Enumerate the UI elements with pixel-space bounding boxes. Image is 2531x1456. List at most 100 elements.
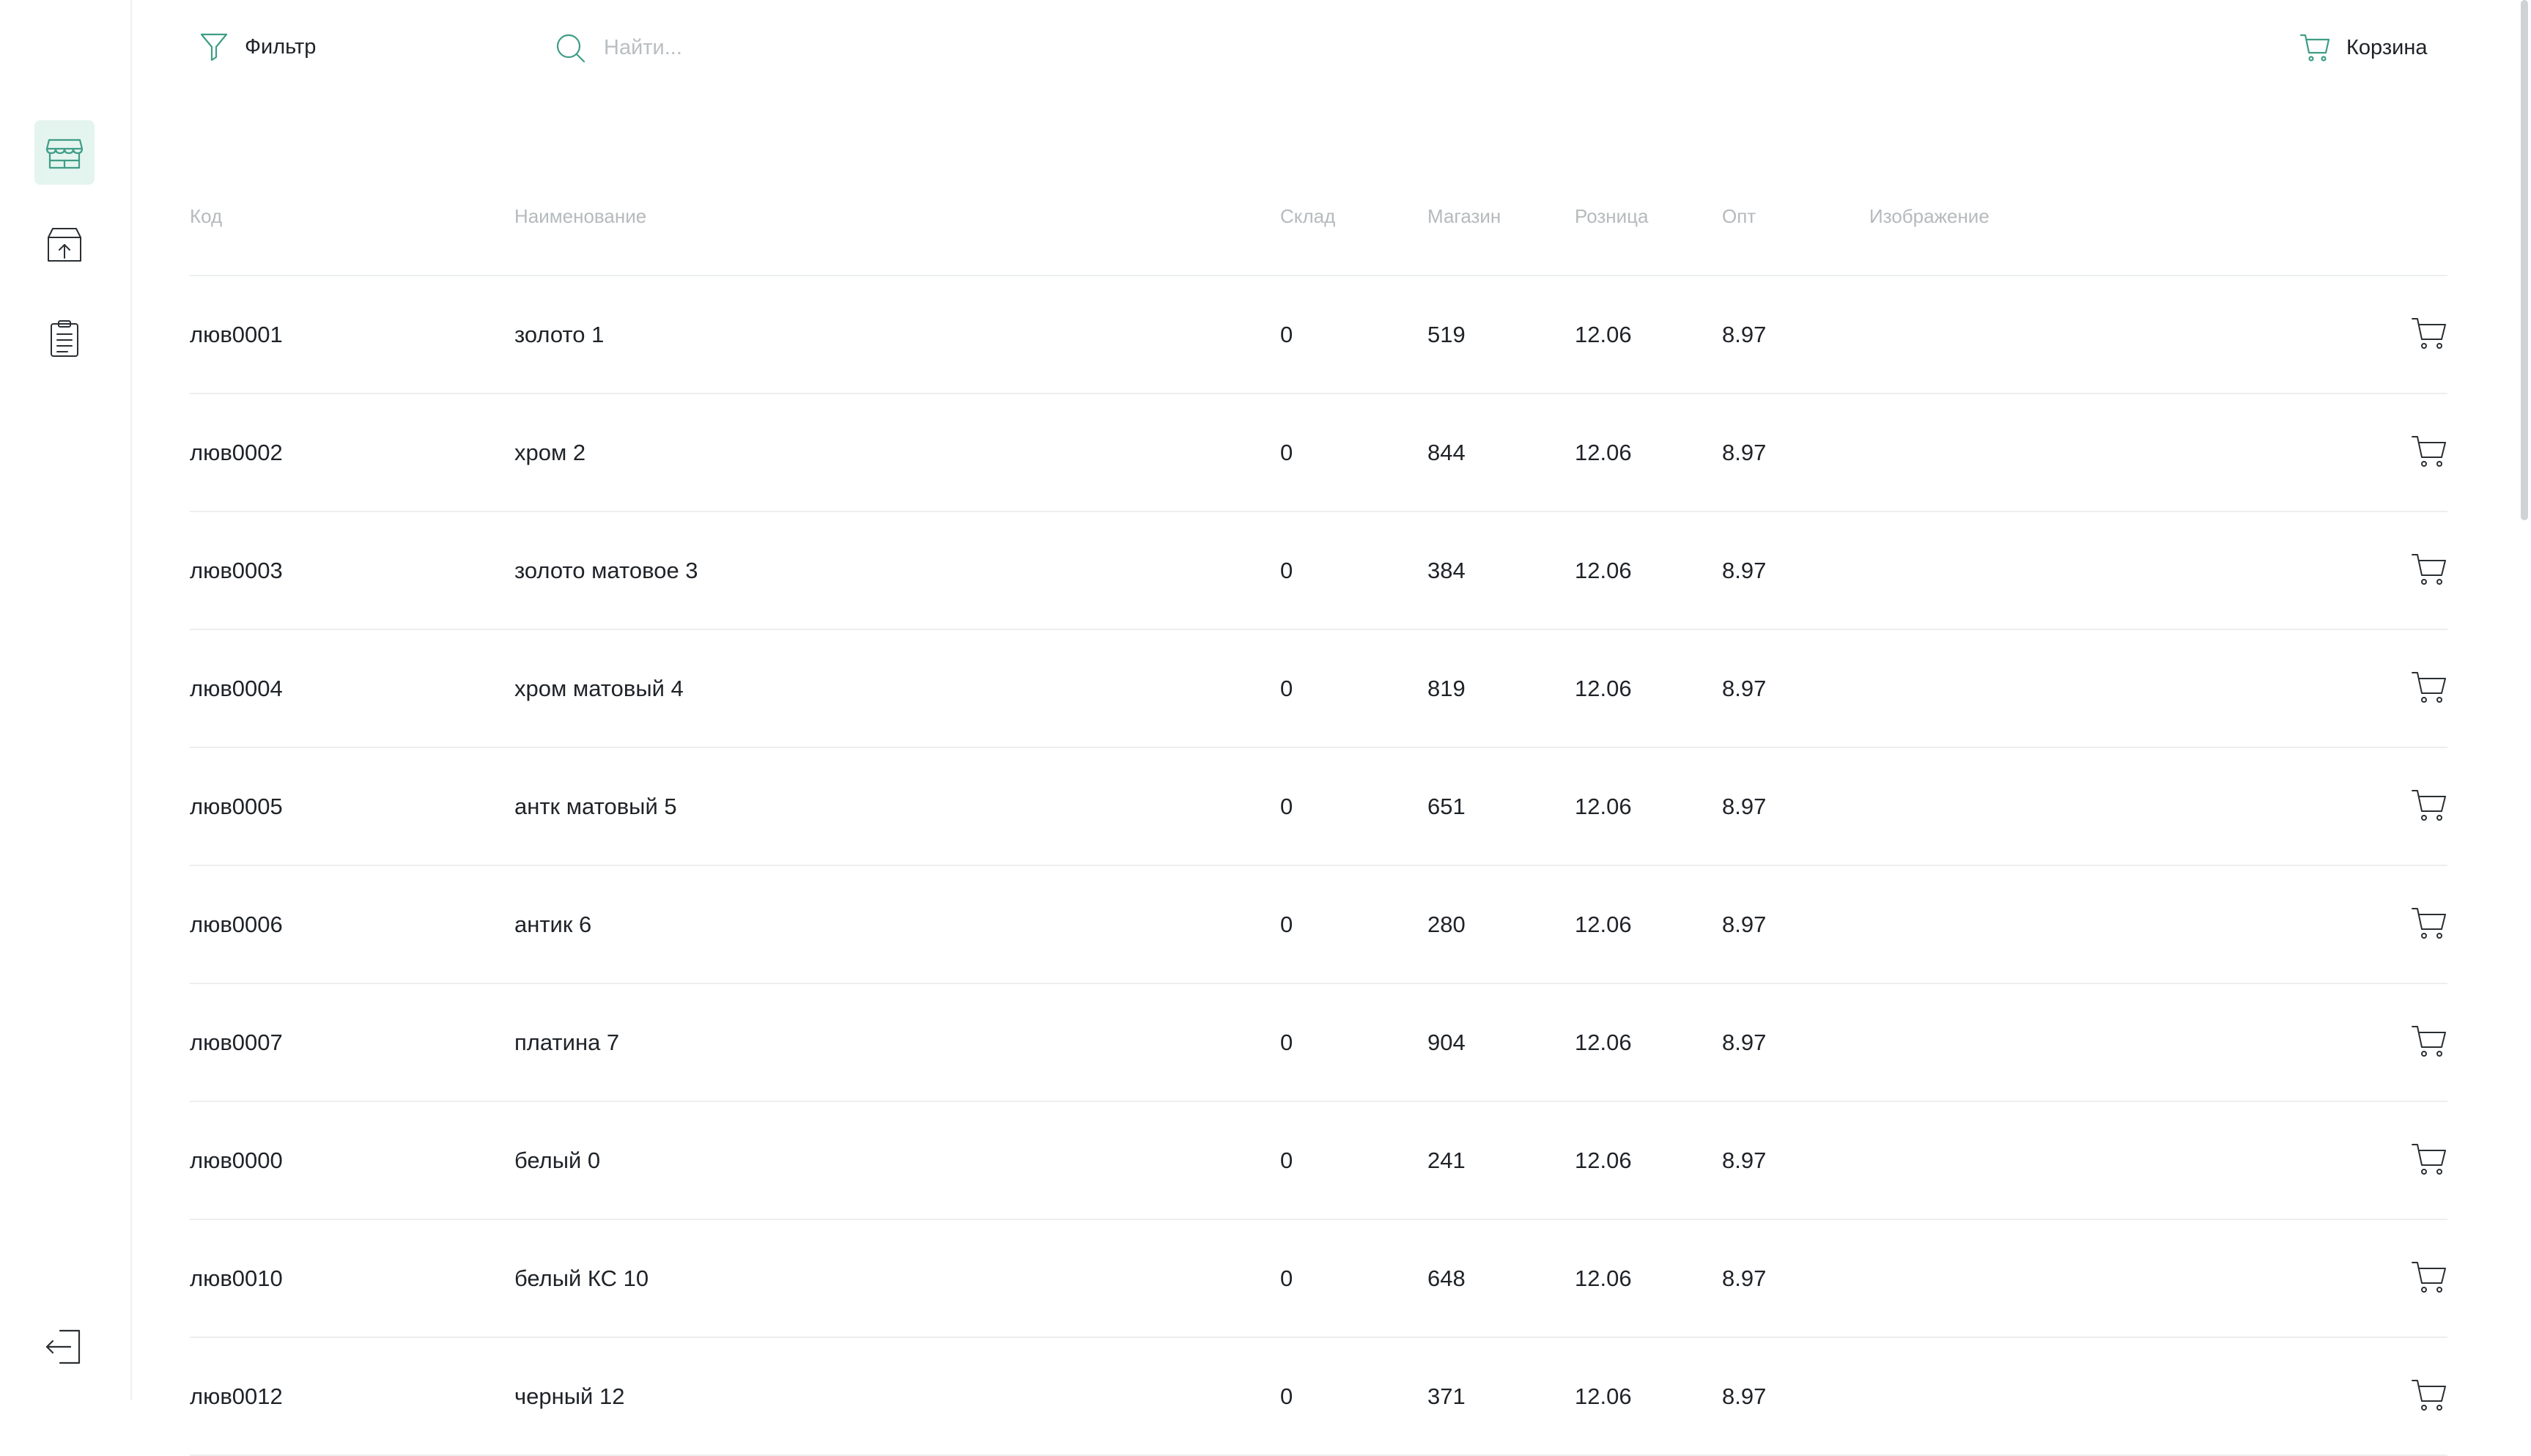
cell-wholesale: 8.97 — [1722, 1383, 1767, 1409]
table-row[interactable]: люв0004 хром матовый 4 0 819 12.06 8.97 — [190, 630, 2447, 748]
table-row[interactable]: люв0003 золото матовое 3 0 384 12.06 8.9… — [190, 512, 2447, 630]
sidebar-item-upload[interactable] — [34, 213, 95, 277]
topbar: Фильтр Корзина — [132, 0, 2531, 95]
cell-name: антик 6 — [514, 912, 592, 937]
cell-name: белый КС 10 — [514, 1265, 649, 1291]
table-row[interactable]: люв0006 антик 6 0 280 12.06 8.97 — [190, 866, 2447, 984]
cart-icon — [2412, 1026, 2446, 1057]
cell-retail: 12.06 — [1575, 1265, 1632, 1291]
header-image: Изображение — [1869, 205, 1989, 227]
cell-code: люв0001 — [190, 322, 283, 347]
cell-wholesale: 8.97 — [1722, 1265, 1767, 1291]
cell-name: золото 1 — [514, 322, 605, 347]
cell-warehouse: 0 — [1280, 794, 1293, 819]
cell-code: люв0002 — [190, 440, 283, 465]
scrollbar[interactable] — [2521, 0, 2528, 520]
filter-label: Фильтр — [245, 34, 317, 59]
products-table: Код Наименование Склад Магазин Розница О… — [190, 183, 2447, 1456]
add-to-cart-button[interactable] — [2410, 1140, 2448, 1178]
cell-wholesale: 8.97 — [1722, 676, 1767, 701]
cell-warehouse: 0 — [1280, 1265, 1293, 1291]
add-to-cart-button[interactable] — [2410, 550, 2448, 588]
cell-store: 904 — [1427, 1030, 1466, 1055]
cell-code: люв0010 — [190, 1265, 283, 1291]
sidebar-item-catalog[interactable] — [34, 120, 95, 185]
filter-button[interactable]: Фильтр — [199, 29, 316, 64]
logout-icon — [45, 1329, 81, 1364]
table-row[interactable]: люв0012 черный 12 0 371 12.06 8.97 — [190, 1338, 2447, 1456]
table-row[interactable]: люв0010 белый КС 10 0 648 12.06 8.97 — [190, 1220, 2447, 1338]
table-row[interactable]: люв0001 золото 1 0 519 12.06 8.97 — [190, 276, 2447, 394]
add-to-cart-button[interactable] — [2410, 786, 2448, 824]
cell-retail: 12.06 — [1575, 912, 1632, 937]
header-retail: Розница — [1575, 205, 1649, 227]
cell-store: 371 — [1427, 1383, 1466, 1409]
cell-retail: 12.06 — [1575, 794, 1632, 819]
cell-store: 519 — [1427, 322, 1466, 347]
sidebar — [0, 0, 132, 1400]
cell-retail: 12.06 — [1575, 1148, 1632, 1173]
cell-retail: 12.06 — [1575, 558, 1632, 583]
cell-code: люв0003 — [190, 558, 283, 583]
box-upload-icon — [48, 228, 81, 262]
cell-code: люв0007 — [190, 1030, 283, 1055]
table-row[interactable]: люв0005 антк матовый 5 0 651 12.06 8.97 — [190, 748, 2447, 866]
cell-warehouse: 0 — [1280, 1383, 1293, 1409]
cell-warehouse: 0 — [1280, 676, 1293, 701]
cell-warehouse: 0 — [1280, 912, 1293, 937]
cell-retail: 12.06 — [1575, 676, 1632, 701]
add-to-cart-button[interactable] — [2410, 1258, 2448, 1296]
search-bar — [554, 28, 1580, 67]
cell-warehouse: 0 — [1280, 440, 1293, 465]
cell-name: хром матовый 4 — [514, 676, 684, 701]
cart-button[interactable]: Корзина — [2299, 29, 2427, 66]
cell-name: черный 12 — [514, 1383, 625, 1409]
cell-store: 844 — [1427, 440, 1466, 465]
header-wholesale: Опт — [1722, 205, 1756, 227]
table-header: Код Наименование Склад Магазин Розница О… — [190, 183, 2447, 276]
store-icon — [45, 138, 84, 169]
cart-icon — [2299, 34, 2330, 62]
cell-warehouse: 0 — [1280, 1148, 1293, 1173]
cell-wholesale: 8.97 — [1722, 558, 1767, 583]
cart-icon — [2412, 554, 2446, 585]
header-name: Наименование — [514, 205, 647, 227]
filter-icon — [200, 33, 228, 62]
cell-store: 648 — [1427, 1265, 1466, 1291]
cell-wholesale: 8.97 — [1722, 912, 1767, 937]
add-to-cart-button[interactable] — [2410, 668, 2448, 706]
cell-retail: 12.06 — [1575, 440, 1632, 465]
cell-store: 241 — [1427, 1148, 1466, 1173]
cart-label: Корзина — [2346, 35, 2428, 59]
search-input[interactable] — [602, 34, 1485, 61]
cart-icon — [2412, 1144, 2446, 1175]
table-row[interactable]: люв0002 хром 2 0 844 12.06 8.97 — [190, 394, 2447, 512]
table-row[interactable]: люв0000 белый 0 0 241 12.06 8.97 — [190, 1102, 2447, 1220]
cell-store: 819 — [1427, 676, 1466, 701]
clipboard-icon — [51, 320, 78, 357]
cell-retail: 12.06 — [1575, 1383, 1632, 1409]
table-row[interactable]: люв0007 платина 7 0 904 12.06 8.97 — [190, 984, 2447, 1102]
cell-wholesale: 8.97 — [1722, 322, 1767, 347]
cell-name: хром 2 — [514, 440, 586, 465]
add-to-cart-button[interactable] — [2410, 314, 2448, 352]
cell-store: 280 — [1427, 912, 1466, 937]
cell-store: 384 — [1427, 558, 1466, 583]
cart-icon — [2412, 436, 2446, 467]
cart-icon — [2412, 790, 2446, 821]
cart-icon — [2412, 1380, 2446, 1411]
add-to-cart-button[interactable] — [2410, 1022, 2448, 1060]
cell-wholesale: 8.97 — [1722, 1030, 1767, 1055]
header-store: Магазин — [1427, 205, 1501, 227]
add-to-cart-button[interactable] — [2410, 904, 2448, 942]
cell-warehouse: 0 — [1280, 322, 1293, 347]
cell-name: антк матовый 5 — [514, 794, 677, 819]
cell-wholesale: 8.97 — [1722, 1148, 1767, 1173]
add-to-cart-button[interactable] — [2410, 432, 2448, 470]
logout-button[interactable] — [41, 1323, 88, 1370]
cell-code: люв0006 — [190, 912, 283, 937]
cell-code: люв0005 — [190, 794, 283, 819]
cell-wholesale: 8.97 — [1722, 794, 1767, 819]
sidebar-item-orders[interactable] — [34, 306, 95, 371]
add-to-cart-button[interactable] — [2410, 1376, 2448, 1414]
